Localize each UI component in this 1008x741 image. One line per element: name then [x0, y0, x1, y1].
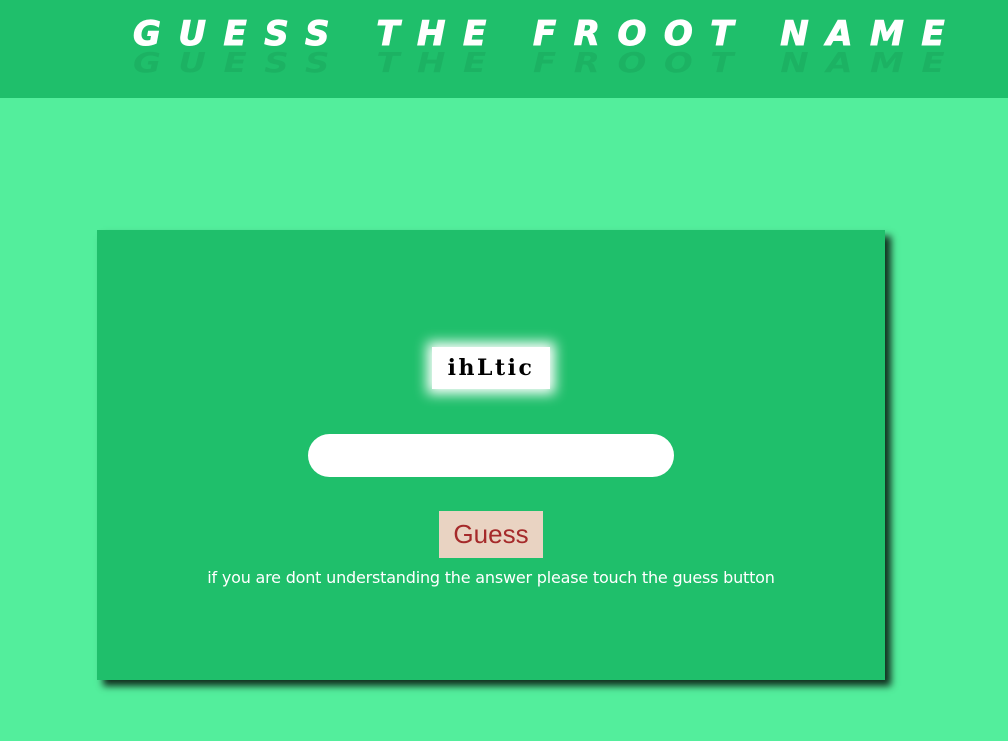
header-bar: GUESS THE FROOT NAME GUESS THE FROOT NAM…	[0, 0, 1008, 98]
hint-text: if you are dont understanding the answer…	[207, 568, 775, 587]
guess-button[interactable]: Guess	[439, 511, 543, 558]
page-title-reflection: GUESS THE FROOT NAME	[133, 47, 963, 79]
answer-input[interactable]	[308, 434, 674, 477]
game-card: ihLtic Guess if you are dont understandi…	[97, 230, 885, 680]
scrambled-word: ihLtic	[447, 355, 535, 381]
scrambled-word-box: ihLtic	[432, 347, 550, 389]
